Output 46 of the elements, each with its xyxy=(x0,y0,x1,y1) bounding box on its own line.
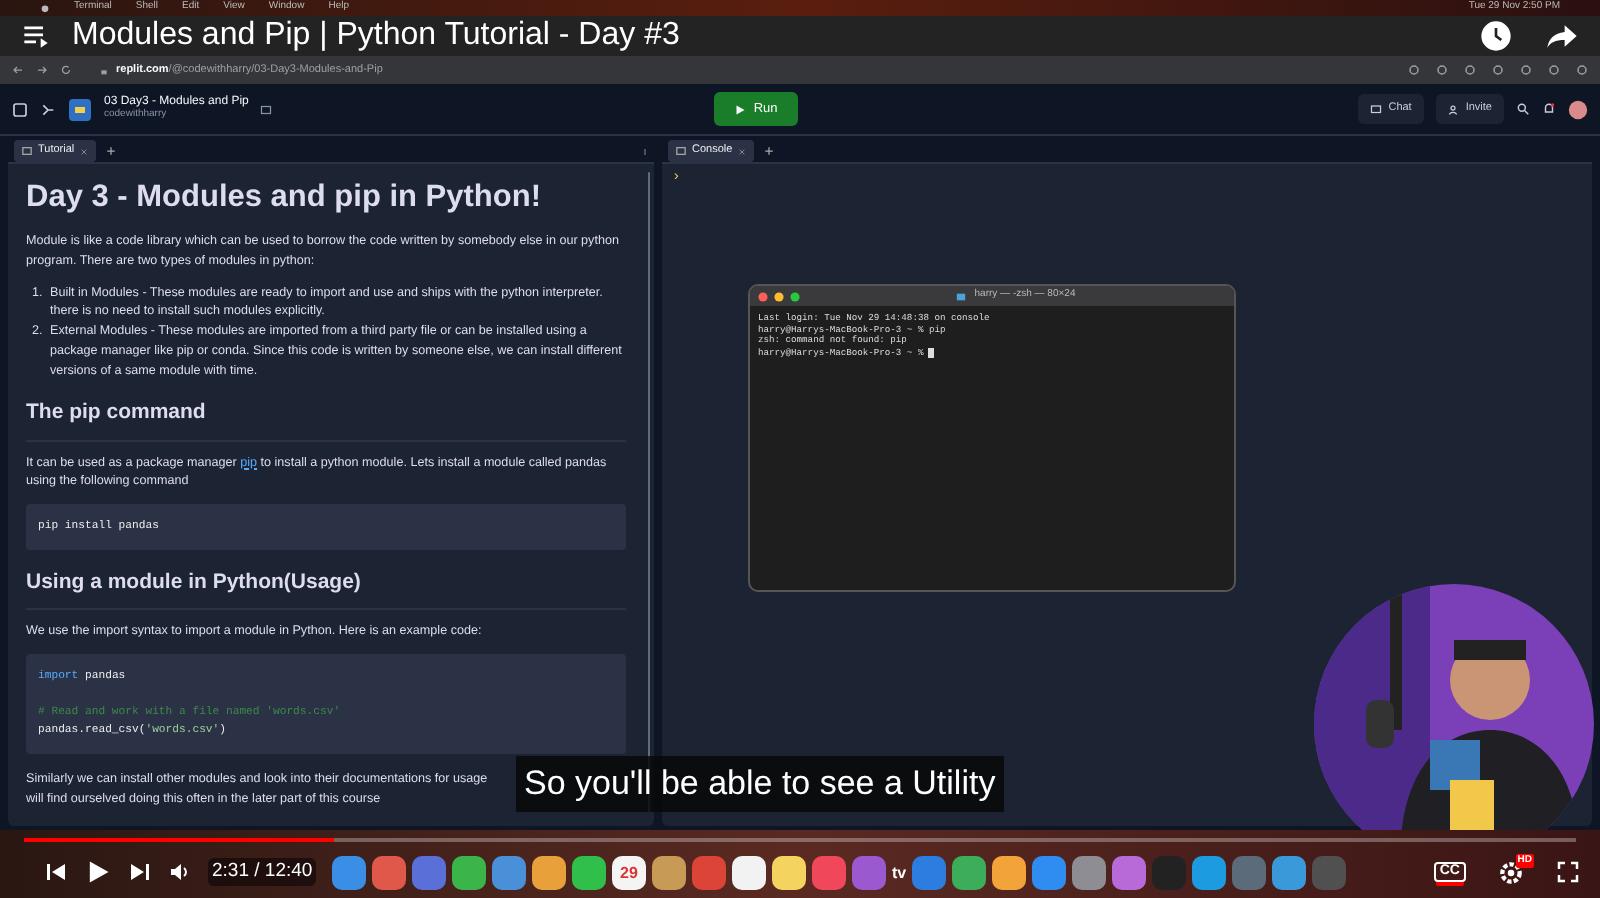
playlist-icon[interactable] xyxy=(20,22,52,50)
next-icon[interactable] xyxy=(128,860,152,884)
dock-app-icon[interactable] xyxy=(992,856,1027,890)
tab-icon xyxy=(676,146,686,156)
avatar-icon[interactable] xyxy=(1568,99,1588,119)
calendar-icon[interactable]: 29 xyxy=(612,856,646,890)
tv-app-icon[interactable]: tv xyxy=(892,856,907,890)
bell-icon[interactable] xyxy=(1542,102,1556,116)
folder-icon xyxy=(956,291,967,301)
dock-app-icon[interactable] xyxy=(772,856,806,890)
python-logo-icon xyxy=(68,97,92,121)
sidebar-icon[interactable] xyxy=(12,101,28,117)
dock-app-icon[interactable] xyxy=(332,856,366,890)
chat-icon xyxy=(1370,103,1383,115)
person-icon xyxy=(1447,103,1460,115)
reload-icon[interactable] xyxy=(60,64,72,76)
video-title: Modules and Pip | Python Tutorial - Day #3 xyxy=(72,16,680,56)
dock-app-icon[interactable] xyxy=(452,856,486,890)
back-icon[interactable] xyxy=(12,64,24,76)
volume-icon[interactable] xyxy=(168,860,192,884)
settings-icon[interactable] xyxy=(1498,859,1524,885)
fullscreen-icon[interactable] xyxy=(1556,860,1580,884)
dock-app-icon[interactable] xyxy=(652,856,686,890)
play-icon[interactable] xyxy=(84,858,112,886)
tutorial-heading: Day 3 - Modules and pip in Python! xyxy=(26,180,543,215)
dock-app-icon[interactable] xyxy=(572,856,606,890)
branch-icon[interactable] xyxy=(40,101,56,117)
previous-icon[interactable] xyxy=(44,860,68,884)
caption-text: So you'll be able to see a Utility xyxy=(516,756,1004,811)
dock-app-icon[interactable] xyxy=(732,856,766,890)
search-icon[interactable] xyxy=(1516,102,1530,116)
section-heading: Using a module in Python(Usage) xyxy=(26,566,626,611)
add-tab-icon[interactable] xyxy=(764,146,775,156)
dock-app-icon[interactable] xyxy=(1192,856,1227,890)
dock-app-icon[interactable] xyxy=(1272,856,1307,890)
section-heading: The pip command xyxy=(26,396,626,442)
play-icon xyxy=(733,103,746,115)
forward-icon[interactable] xyxy=(36,64,48,76)
time-display: 2:31 / 12:40 xyxy=(208,857,317,887)
share-icon[interactable] xyxy=(1544,20,1580,52)
dock-app-icon[interactable] xyxy=(532,856,566,890)
add-tab-icon[interactable] xyxy=(106,146,117,156)
cursor-icon xyxy=(928,348,935,359)
tab-icon xyxy=(22,146,32,156)
clock-icon[interactable] xyxy=(1480,20,1512,52)
dock-app-icon[interactable] xyxy=(952,856,987,890)
